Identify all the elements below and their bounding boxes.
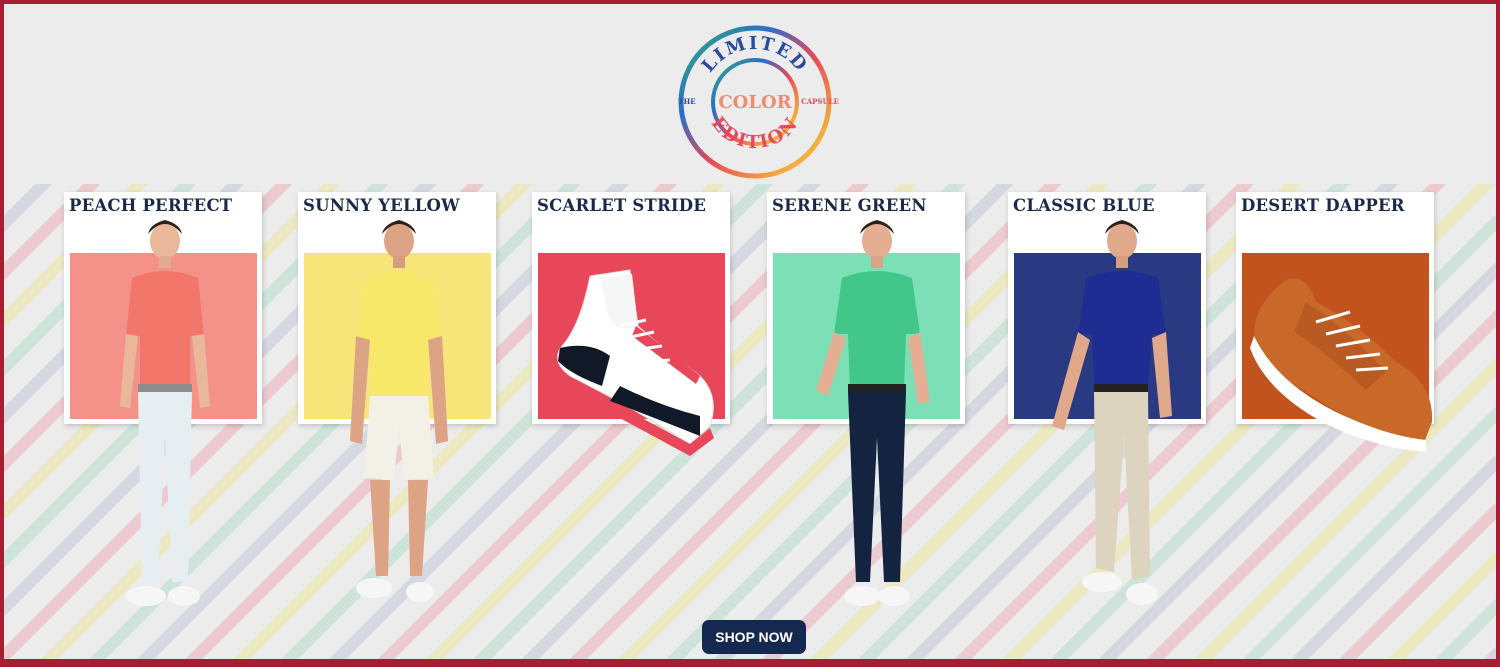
card-title: DESERT DAPPER xyxy=(1241,196,1405,215)
polo-shirt-icon xyxy=(356,272,442,396)
badge-center-text: COLOR xyxy=(718,92,792,113)
card-title: SUNNY YELLOW xyxy=(303,196,460,215)
promo-banner[interactable]: LIMITED EDITION COLOR THE CAPSULE PEACH … xyxy=(4,4,1496,659)
polo-shirt-icon xyxy=(1078,271,1166,388)
model-yellow-polo-figure[interactable] xyxy=(334,216,464,611)
shop-now-button[interactable]: SHOP NOW xyxy=(702,620,806,654)
badge-left-text: THE xyxy=(678,97,695,106)
model-green-polo-figure[interactable] xyxy=(802,216,952,612)
limited-edition-badge-icon: LIMITED EDITION COLOR THE CAPSULE xyxy=(670,22,840,182)
sneaker-icon xyxy=(1250,278,1433,452)
desert-low-top-sneaker[interactable] xyxy=(1246,272,1438,454)
polo-shirt-icon xyxy=(126,271,204,388)
card-title: SCARLET STRIDE xyxy=(537,196,707,215)
card-title: PEACH PERFECT xyxy=(69,196,233,215)
card-title: CLASSIC BLUE xyxy=(1013,196,1155,215)
badge-bottom-text: EDITION xyxy=(707,113,801,153)
scarlet-high-top-sneaker[interactable] xyxy=(550,266,720,458)
sneaker-icon xyxy=(556,269,714,456)
svg-text:EDITION: EDITION xyxy=(707,113,803,153)
polo-shirt-icon xyxy=(834,271,920,388)
card-title: SERENE GREEN xyxy=(772,196,927,215)
model-blue-polo-figure[interactable] xyxy=(1044,216,1194,612)
badge-right-text: CAPSULE xyxy=(801,97,839,106)
model-peach-polo-figure[interactable] xyxy=(90,216,240,611)
